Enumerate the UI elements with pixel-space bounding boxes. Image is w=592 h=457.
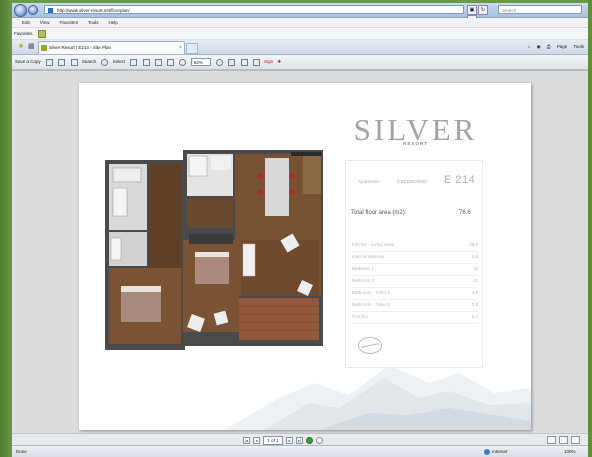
total-area-value: 76.6 <box>459 210 471 216</box>
zoom-in-plus-icon[interactable] <box>216 58 223 66</box>
tab-favicon-icon <box>41 45 47 51</box>
page-nav-controls: |◂ ◂ 1 of 1 ▸ ▸| <box>243 435 326 446</box>
zoom-in-icon[interactable] <box>142 58 150 66</box>
zoom-level-status[interactable]: 100% <box>564 446 576 457</box>
total-area-label: Total floor area (m2): <box>351 210 407 216</box>
globe-icon <box>484 448 490 455</box>
new-tab-button[interactable] <box>186 43 198 54</box>
search-button[interactable]: Search <box>82 55 96 69</box>
save-copy-button[interactable]: Save a Copy <box>15 55 41 69</box>
suggested-sites-icon[interactable] <box>37 29 46 38</box>
apartment-label: Apartment <box>358 179 379 184</box>
tab-title: Silver Resort | E214 - Site Plan <box>49 45 111 50</box>
print-pdf-icon[interactable] <box>46 58 54 66</box>
page-display-icon[interactable] <box>228 58 236 66</box>
browser-window: http://www.silver-resort.net/floorplan/ … <box>12 3 588 457</box>
address-actions: ▣↻× <box>467 5 497 25</box>
rotate-icon[interactable] <box>240 58 248 66</box>
address-bar-row: http://www.silver-resort.net/floorplan/ … <box>12 3 588 25</box>
list-item: Bathroom - Toilet 2 3.8 <box>352 300 478 312</box>
favorites-star-icon[interactable]: ★ <box>18 43 25 50</box>
page-favicon-icon <box>48 8 53 13</box>
previous-page-icon[interactable]: ◂ <box>253 437 260 445</box>
zoom-out-icon[interactable] <box>179 58 187 66</box>
room-area-list: Kitchen - Living room 28.8 Internal Balco… <box>352 240 478 324</box>
list-item: Bedroom 1 15 <box>352 264 478 276</box>
pdf-toolbar: Save a Copy Search Select 62% Sign ✚ <box>12 55 588 70</box>
hand-tool-icon[interactable] <box>101 58 109 66</box>
menu-help[interactable]: Help <box>103 18 122 27</box>
compass-icon <box>358 337 382 354</box>
tab-bar: ★ ▦ Silver Resort | E214 - Site Plan × ⌂… <box>12 40 588 55</box>
address-text: http://www.silver-resort.net/floorplan/ <box>57 8 130 13</box>
search-input[interactable]: Search <box>498 5 582 14</box>
apartment-type: 3 BEDROOMS <box>397 179 428 184</box>
page-menu[interactable]: Page <box>557 44 568 49</box>
previous-view-icon[interactable] <box>306 437 313 445</box>
sign-button[interactable]: Sign <box>264 55 273 69</box>
apartment-code: E 214 <box>444 174 476 186</box>
single-page-icon[interactable] <box>547 436 556 444</box>
compatibility-view-icon[interactable]: ▣ <box>467 5 477 15</box>
last-page-icon[interactable]: ▸| <box>296 437 303 445</box>
menu-edit[interactable]: Edit <box>12 18 35 27</box>
two-up-icon[interactable] <box>571 436 580 444</box>
command-bar: ⌂ ◉ ⎙ Page Tools <box>523 42 584 52</box>
email-icon[interactable] <box>58 58 66 66</box>
continuous-page-icon[interactable] <box>559 436 568 444</box>
menu-tools[interactable]: Tools <box>83 18 104 27</box>
security-zone-label: Internet <box>492 449 508 454</box>
refresh-icon[interactable]: ↻ <box>478 5 488 15</box>
brand-subtitle: RESORT <box>403 141 428 146</box>
list-item: Bedroom 2 15 <box>352 276 478 288</box>
menu-bar: Edit View Favorites Tools Help <box>12 18 588 28</box>
comment-icon[interactable] <box>252 58 260 66</box>
snapshot-icon[interactable] <box>130 58 138 66</box>
floor-plan <box>105 150 323 350</box>
status-bar: Done Internet 100% <box>12 445 588 457</box>
list-item: Internal Balcony 4.8 <box>352 252 478 264</box>
page-navigation: |◂ ◂ 1 of 1 ▸ ▸| <box>12 433 588 446</box>
list-item: Kitchen - Living room 28.8 <box>352 240 478 252</box>
acrobat-icon[interactable]: ✚ <box>277 55 281 69</box>
tab-active[interactable]: Silver Resort | E214 - Site Plan × <box>38 41 185 54</box>
first-page-icon[interactable]: |◂ <box>243 437 250 445</box>
zoom-level-input[interactable]: 62% <box>190 58 211 66</box>
quick-tabs-icon[interactable]: ▦ <box>28 43 35 50</box>
favorites-label[interactable]: Favorites <box>14 31 33 36</box>
next-page-icon[interactable]: ▸ <box>286 437 293 445</box>
status-text: Done <box>16 449 27 454</box>
security-zone[interactable]: Internet <box>484 446 507 457</box>
list-item: Bathroom - Toilet 1 4.8 <box>352 288 478 300</box>
select-tool-button[interactable]: Select <box>113 55 126 69</box>
feeds-icon[interactable]: ◉ <box>537 44 541 49</box>
menu-favorites[interactable]: Favorites <box>54 18 83 27</box>
pdf-viewer[interactable]: SILVER RESORT Apartment 3 BEDROOMS E 214… <box>12 70 588 434</box>
address-input[interactable]: http://www.silver-resort.net/floorplan/ <box>44 5 464 14</box>
pdf-page: SILVER RESORT Apartment 3 BEDROOMS E 214… <box>79 83 531 430</box>
print-icon[interactable]: ⎙ <box>547 44 551 49</box>
page-number-input[interactable]: 1 of 1 <box>263 436 283 446</box>
forward-button[interactable] <box>28 5 38 15</box>
list-item: Corridor 8.4 <box>352 312 478 324</box>
home-icon[interactable]: ⌂ <box>528 44 531 49</box>
actual-size-icon[interactable] <box>154 58 162 66</box>
menu-view[interactable]: View <box>35 18 55 27</box>
back-button[interactable] <box>14 4 27 17</box>
fit-page-icon[interactable] <box>167 58 175 66</box>
desktop-background-right <box>588 0 592 457</box>
favorites-bar: Favorites <box>12 28 588 40</box>
tab-close-icon[interactable]: × <box>179 42 182 54</box>
apartment-info-panel: Apartment 3 BEDROOMS E 214 Total floor a… <box>345 160 483 368</box>
next-view-icon[interactable] <box>316 437 323 445</box>
tools-menu[interactable]: Tools <box>573 44 584 49</box>
search-icon[interactable] <box>70 58 78 66</box>
